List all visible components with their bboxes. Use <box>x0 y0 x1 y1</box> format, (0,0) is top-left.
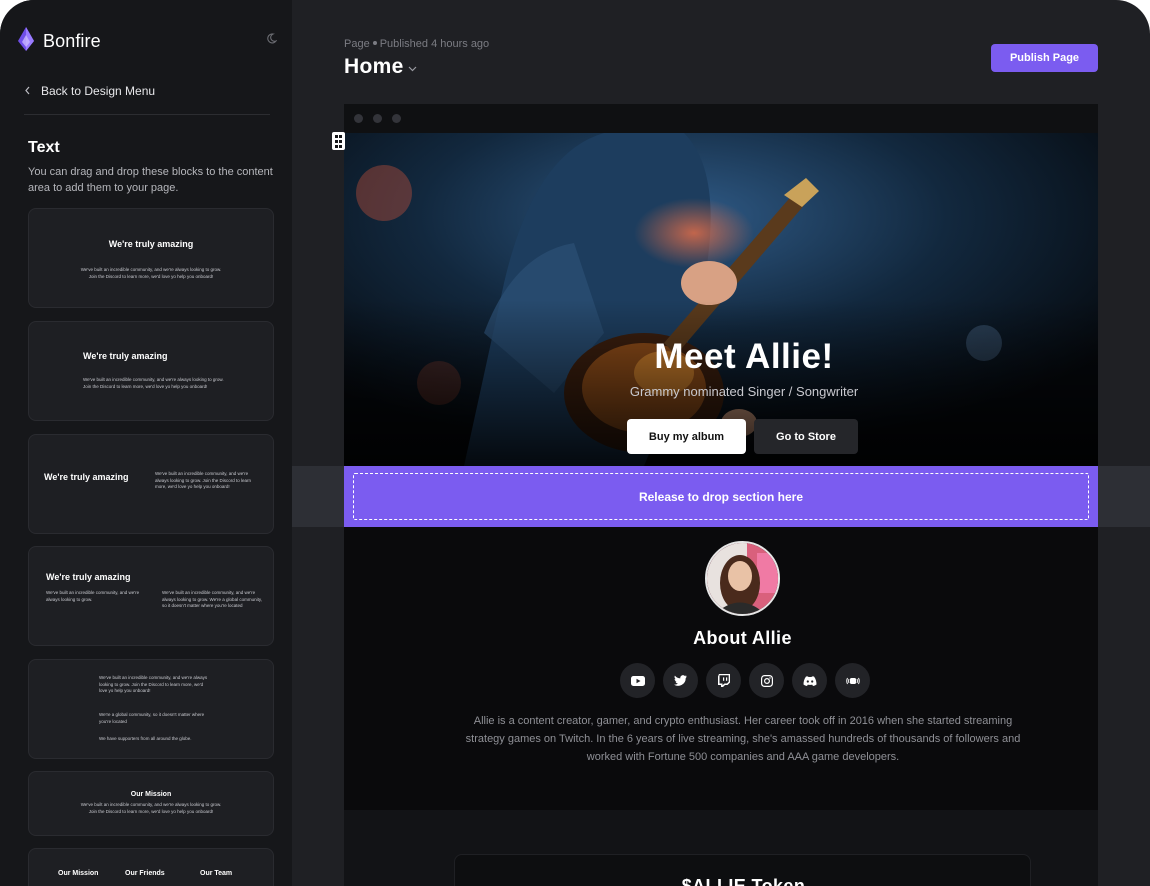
about-title: About Allie <box>693 628 792 648</box>
text-block-paragraphs[interactable]: We've built an incredible community, and… <box>28 659 274 759</box>
token-card[interactable]: $ALLIE Token <box>454 854 1031 886</box>
youtube-icon[interactable] <box>620 663 655 698</box>
block-column-title: Our Mission <box>58 870 99 877</box>
sidebar: Bonfire Back to Design Menu Text You can… <box>0 0 292 886</box>
discord-icon[interactable] <box>792 663 827 698</box>
block-heading: We're truly amazing <box>83 351 168 361</box>
token-section[interactable]: $ALLIE Token <box>344 810 1098 886</box>
block-body: We've built an incredible community, and… <box>155 471 252 489</box>
block-body: We've built an incredible community, and… <box>80 267 222 279</box>
text-block-heading-columns[interactable]: We're truly amazing We've built an incre… <box>28 546 274 646</box>
twitter-icon[interactable] <box>663 663 698 698</box>
block-body-right: We've built an incredible community, and… <box>162 590 262 608</box>
separator-dot <box>372 41 377 46</box>
text-block-left[interactable]: We're truly amazing We've built an incre… <box>28 321 274 421</box>
twitch-icon[interactable] <box>706 663 741 698</box>
block-column-title: Our Team <box>200 870 233 877</box>
block-paragraph: We have supporters from all around the g… <box>99 736 192 741</box>
podcast-icon[interactable] <box>835 663 870 698</box>
token-title: $ALLIE Token <box>681 876 806 886</box>
brand-name: Bonfire <box>43 31 101 51</box>
hero-background-image <box>344 133 1098 466</box>
hero-subtitle: Grammy nominated Singer / Songwriter <box>629 384 859 399</box>
block-column-title: Our Friends <box>125 870 165 877</box>
about-bio: Allie is a content creator, gamer, and c… <box>465 715 1021 763</box>
block-heading: We're truly amazing <box>44 472 129 482</box>
window-dot <box>373 114 382 123</box>
block-heading: We're truly amazing <box>46 572 131 582</box>
brand[interactable]: Bonfire <box>17 27 101 56</box>
page-selector[interactable]: Home <box>344 55 417 79</box>
page-title: Home <box>344 55 404 78</box>
text-block-mission[interactable]: Our Mission We've built an incredible co… <box>28 771 274 836</box>
about-section[interactable]: About Allie Allie is a content creator, … <box>344 527 1098 810</box>
text-block-two-column[interactable]: We're truly amazing We've built an incre… <box>28 434 274 534</box>
drag-handle-icon[interactable] <box>332 132 345 150</box>
publish-status: Published 4 hours ago <box>379 38 490 50</box>
section-title: Text <box>28 139 60 156</box>
block-body-left: We've built an incredible community, and… <box>46 590 140 602</box>
hero-section[interactable]: Meet Allie! Grammy nominated Singer / So… <box>344 133 1098 466</box>
block-paragraph: We've built an incredible community, and… <box>99 675 208 693</box>
text-block-centered[interactable]: We're truly amazing We've built an incre… <box>28 208 274 308</box>
window-dot <box>392 114 401 123</box>
back-to-design-menu-link[interactable]: Back to Design Menu <box>24 84 155 98</box>
publish-page-button[interactable]: Publish Page <box>991 44 1098 72</box>
moon-icon[interactable] <box>266 31 278 49</box>
drop-zone-label: Release to drop section here <box>353 473 1089 520</box>
preview-browser-bar <box>344 104 1098 133</box>
app-window: Bonfire Back to Design Menu Text You can… <box>0 0 1150 886</box>
go-to-store-button[interactable]: Go to Store <box>754 419 858 454</box>
buy-album-button[interactable]: Buy my album <box>627 419 746 454</box>
avatar <box>705 541 780 616</box>
social-links <box>620 663 870 698</box>
block-paragraph: We're a global community, so it doesn't … <box>99 712 205 724</box>
breadcrumb-page[interactable]: Page <box>344 38 370 50</box>
chevron-down-icon <box>408 63 417 75</box>
text-block-three-column[interactable]: Our Mission Our Friends Our Team <box>28 848 274 886</box>
back-link-label: Back to Design Menu <box>41 84 156 98</box>
hero-title: Meet Allie! <box>654 337 834 376</box>
window-dot <box>354 114 363 123</box>
instagram-icon[interactable] <box>749 663 784 698</box>
drop-zone[interactable]: Release to drop section here <box>344 466 1098 527</box>
block-body: We've built an incredible community, and… <box>80 802 222 814</box>
divider <box>24 114 270 115</box>
breadcrumb: Page Published 4 hours ago <box>344 38 489 50</box>
block-heading: Our Mission <box>130 791 172 798</box>
bonfire-logo-icon <box>17 27 35 56</box>
block-body: We've built an incredible community, and… <box>83 377 224 389</box>
chevron-left-icon <box>24 84 31 98</box>
block-heading: We're truly amazing <box>108 239 194 249</box>
section-description: You can drag and drop these blocks to th… <box>28 166 273 194</box>
